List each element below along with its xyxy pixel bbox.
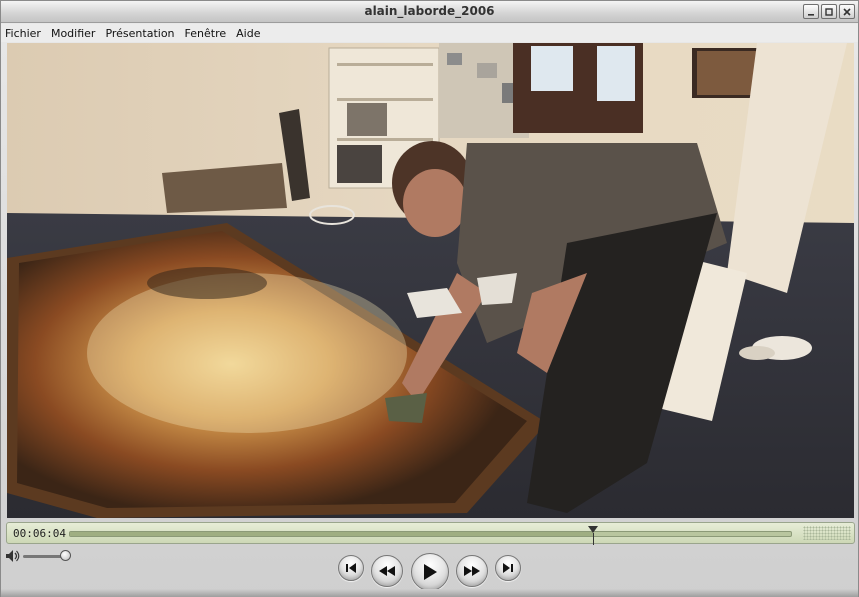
- skip-back-button[interactable]: [338, 555, 364, 581]
- volume-icon[interactable]: [5, 549, 21, 563]
- minimize-button[interactable]: [803, 4, 819, 19]
- skip-forward-button[interactable]: [495, 555, 521, 581]
- menu-fichier[interactable]: Fichier: [5, 27, 41, 40]
- play-icon: [424, 564, 437, 580]
- volume-slider[interactable]: [23, 555, 65, 558]
- play-button[interactable]: [411, 553, 449, 591]
- volume-thumb[interactable]: [60, 550, 71, 561]
- timeline-bar: 00:06:04: [6, 522, 855, 545]
- window-bottom-edge: [1, 589, 858, 597]
- menu-bar: Fichier Modifier Présentation Fenêtre Ai…: [1, 24, 858, 42]
- resize-grip[interactable]: [803, 526, 851, 540]
- maximize-button[interactable]: [821, 4, 837, 19]
- rewind-icon: [379, 566, 395, 576]
- skip-forward-icon: [503, 563, 513, 573]
- fast-forward-icon: [464, 566, 480, 576]
- player-controls: [1, 545, 858, 597]
- window-title: alain_laborde_2006: [364, 4, 495, 18]
- fast-forward-button[interactable]: [456, 555, 488, 587]
- close-icon: [843, 7, 851, 16]
- menu-presentation[interactable]: Présentation: [105, 27, 174, 40]
- video-picture: [7, 43, 854, 518]
- playhead-line: [593, 533, 594, 545]
- skip-back-icon: [346, 563, 356, 573]
- rewind-button[interactable]: [371, 555, 403, 587]
- playhead[interactable]: [588, 526, 598, 533]
- window-buttons: [803, 4, 855, 19]
- video-frame[interactable]: [7, 43, 854, 518]
- close-button[interactable]: [839, 4, 855, 19]
- maximize-icon: [825, 7, 833, 16]
- title-bar[interactable]: alain_laborde_2006: [1, 1, 858, 23]
- timeline-track[interactable]: [69, 526, 792, 545]
- timecode: 00:06:04: [13, 527, 66, 540]
- timeline-progress: [70, 532, 593, 536]
- minimize-icon: [808, 13, 814, 16]
- menu-aide[interactable]: Aide: [236, 27, 260, 40]
- menu-fenetre[interactable]: Fenêtre: [185, 27, 227, 40]
- player-window: alain_laborde_2006 Fichier Modifier Prés…: [0, 0, 859, 597]
- menu-modifier[interactable]: Modifier: [51, 27, 95, 40]
